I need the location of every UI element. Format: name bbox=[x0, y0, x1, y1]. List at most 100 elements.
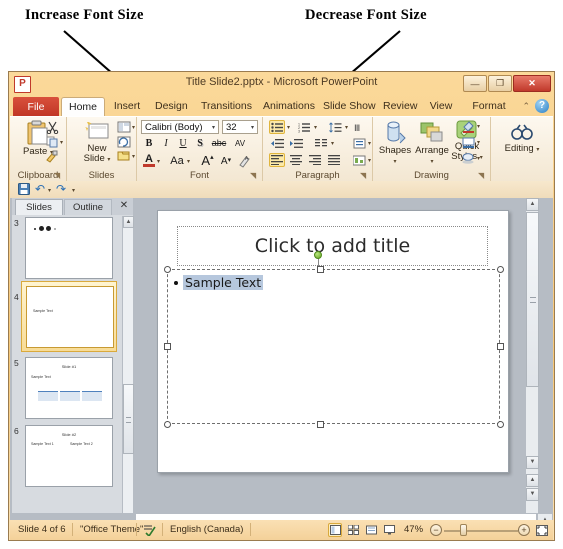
bullets-button[interactable] bbox=[269, 120, 285, 134]
current-slide[interactable]: Click to add title Sample Text bbox=[157, 210, 509, 473]
section-icon[interactable] bbox=[117, 150, 131, 162]
zoom-slider-track[interactable] bbox=[444, 530, 518, 532]
scroll-up-icon[interactable]: ▲ bbox=[123, 216, 134, 228]
tab-slides[interactable]: Slides bbox=[15, 199, 63, 215]
resize-handle-bottom-left[interactable] bbox=[164, 421, 171, 428]
columns-button[interactable] bbox=[313, 136, 329, 150]
undo-icon[interactable]: ↶ bbox=[35, 182, 45, 196]
change-case-button[interactable]: Aa bbox=[168, 154, 186, 168]
editing-button[interactable]: Editing ▾ bbox=[501, 123, 543, 154]
tab-home[interactable]: Home bbox=[61, 97, 105, 116]
zoom-out-button[interactable]: − bbox=[430, 524, 442, 536]
save-icon[interactable] bbox=[18, 183, 30, 195]
slide-sorter-view-button[interactable] bbox=[346, 523, 360, 537]
scroll-up-icon[interactable]: ▲ bbox=[526, 198, 539, 211]
layout-icon[interactable] bbox=[117, 121, 131, 133]
strikethrough-button[interactable]: abc bbox=[210, 136, 228, 150]
increase-font-size-button[interactable]: A ▴ bbox=[199, 153, 216, 168]
customize-quick-access-icon[interactable]: ▾ bbox=[72, 187, 75, 194]
editing-dropdown-arrow[interactable]: ▾ bbox=[536, 147, 539, 153]
shapes-button[interactable]: Shapes ▾ bbox=[377, 121, 413, 166]
thumbnail-slide-3[interactable]: 3 bbox=[12, 216, 122, 282]
tab-format[interactable]: Format bbox=[465, 97, 513, 116]
tab-transitions[interactable]: Transitions bbox=[195, 97, 255, 116]
new-slide-dropdown-arrow[interactable]: ▾ bbox=[107, 157, 110, 163]
close-button[interactable]: ✕ bbox=[513, 75, 551, 92]
smartart-dropdown-arrow[interactable]: ▾ bbox=[368, 157, 371, 164]
font-size-dropdown-arrow[interactable]: ▾ bbox=[251, 124, 254, 131]
text-direction-button[interactable]: Ⅲ bbox=[353, 120, 367, 134]
underline-button[interactable]: U bbox=[176, 136, 190, 150]
shapes-dropdown-arrow[interactable]: ▾ bbox=[393, 159, 396, 165]
text-shadow-button[interactable]: S bbox=[193, 136, 207, 150]
justify-button[interactable] bbox=[326, 153, 342, 167]
font-color-button[interactable]: A bbox=[142, 153, 156, 168]
tab-review[interactable]: Review bbox=[377, 97, 421, 116]
chevron-up-icon[interactable]: ⌃ bbox=[522, 101, 530, 112]
tab-outline[interactable]: Outline bbox=[64, 199, 112, 215]
clipboard-dialog-launcher[interactable]: ◥ bbox=[54, 171, 63, 180]
align-left-button[interactable] bbox=[269, 153, 285, 167]
line-spacing-dropdown-arrow[interactable]: ▾ bbox=[345, 124, 348, 131]
resize-handle-top-center[interactable] bbox=[317, 266, 324, 273]
zoom-slider-knob[interactable] bbox=[460, 524, 467, 536]
line-spacing-button[interactable] bbox=[327, 120, 343, 134]
tab-file[interactable]: File bbox=[13, 97, 59, 117]
selected-body-text[interactable]: Sample Text bbox=[183, 275, 264, 290]
quick-styles-dropdown-arrow[interactable]: ▾ bbox=[480, 155, 483, 161]
layout-dropdown-arrow[interactable]: ▾ bbox=[132, 124, 135, 131]
paragraph-dialog-launcher[interactable]: ◥ bbox=[360, 171, 369, 180]
columns-dropdown-arrow[interactable]: ▾ bbox=[331, 140, 334, 147]
next-slide-icon[interactable]: ▼ bbox=[526, 488, 539, 501]
undo-dropdown-arrow[interactable]: ▾ bbox=[48, 187, 51, 194]
numbering-button[interactable]: 1 2 3 bbox=[296, 120, 312, 134]
tab-insert[interactable]: Insert bbox=[107, 97, 147, 116]
numbering-dropdown-arrow[interactable]: ▾ bbox=[314, 124, 317, 131]
resize-handle-middle-right[interactable] bbox=[497, 343, 504, 350]
align-center-button[interactable] bbox=[288, 153, 304, 167]
increase-indent-button[interactable] bbox=[288, 136, 304, 150]
resize-handle-middle-left[interactable] bbox=[164, 343, 171, 350]
slide-count-label[interactable]: Slide 4 of 6 bbox=[18, 524, 66, 535]
close-pane-icon[interactable]: ✕ bbox=[118, 200, 130, 211]
arrange-button[interactable]: Arrange ▾ bbox=[413, 121, 451, 166]
zoom-level-label[interactable]: 47% bbox=[404, 524, 423, 535]
thumbnail-slide-5[interactable]: 5 Slide #1 Sample Text bbox=[12, 356, 122, 422]
tab-animations[interactable]: Animations bbox=[257, 97, 315, 116]
align-text-dropdown-arrow[interactable]: ▾ bbox=[368, 140, 371, 147]
decrease-font-size-button[interactable]: A ▾ bbox=[218, 154, 234, 169]
shape-outline-icon[interactable] bbox=[461, 136, 476, 149]
tab-slide-show[interactable]: Slide Show bbox=[317, 97, 376, 116]
previous-slide-icon[interactable]: ▲ bbox=[526, 474, 539, 487]
slide-show-view-button[interactable] bbox=[382, 523, 396, 537]
spellcheck-icon[interactable] bbox=[143, 524, 156, 536]
body-placeholder[interactable]: Sample Text bbox=[167, 269, 500, 424]
bold-button[interactable]: B bbox=[142, 136, 156, 150]
smartart-button[interactable] bbox=[351, 153, 367, 167]
tab-view[interactable]: View bbox=[423, 97, 459, 116]
theme-label[interactable]: "Office Theme" bbox=[80, 524, 143, 535]
change-case-dropdown-arrow[interactable]: ▾ bbox=[187, 158, 190, 165]
rotation-handle[interactable] bbox=[314, 251, 322, 259]
align-text-button[interactable] bbox=[351, 136, 367, 150]
slide-thumbnail-list[interactable]: 3 4 Sample Text 5 Slide #1 Sample Text 6… bbox=[12, 216, 122, 513]
fit-to-window-button[interactable] bbox=[535, 523, 549, 537]
decrease-indent-button[interactable] bbox=[269, 136, 285, 150]
shape-effects-dropdown-arrow[interactable]: ▾ bbox=[477, 155, 480, 162]
resize-handle-top-right[interactable] bbox=[497, 266, 504, 273]
title-placeholder[interactable]: Click to add title bbox=[177, 226, 488, 266]
shape-effects-icon[interactable] bbox=[461, 152, 476, 165]
reading-view-button[interactable] bbox=[364, 523, 378, 537]
slide-area-scrollbar[interactable]: ▲ ▼ ▲ ▼ bbox=[525, 198, 539, 513]
section-dropdown-arrow[interactable]: ▾ bbox=[132, 153, 135, 160]
resize-handle-bottom-right[interactable] bbox=[497, 421, 504, 428]
cut-icon[interactable] bbox=[46, 121, 59, 134]
redo-icon[interactable]: ↷ bbox=[56, 182, 66, 196]
minimize-button[interactable]: — bbox=[463, 75, 487, 92]
zoom-in-button[interactable]: + bbox=[518, 524, 530, 536]
shape-fill-dropdown-arrow[interactable]: ▾ bbox=[477, 123, 480, 130]
italic-button[interactable]: I bbox=[159, 136, 173, 150]
thumbnail-slide-4[interactable]: 4 Sample Text bbox=[12, 281, 122, 352]
shape-outline-dropdown-arrow[interactable]: ▾ bbox=[477, 139, 480, 146]
drawing-dialog-launcher[interactable]: ◥ bbox=[478, 171, 487, 180]
